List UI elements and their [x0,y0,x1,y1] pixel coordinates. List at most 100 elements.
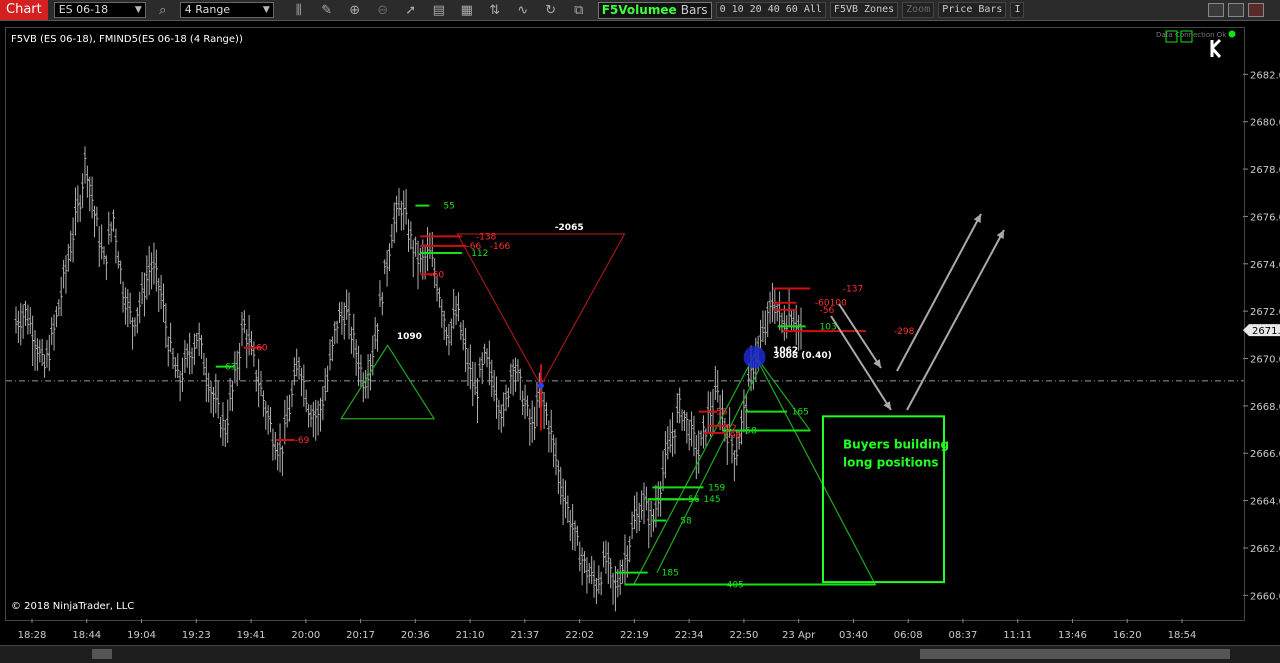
price-bar [559,466,563,505]
y-tick-label: 2666.0 [1250,449,1280,460]
price-bar [623,534,627,585]
price-bar [21,304,25,339]
price-bar [578,541,582,572]
indicators-icon[interactable]: ∿ [512,3,534,18]
price-bar [121,281,125,313]
price-bar [426,227,430,272]
price-bar [50,317,54,345]
price-bar [266,405,270,435]
share-icon[interactable]: ⧉ [568,3,590,18]
price-bar [176,353,180,379]
x-tick-label: 19:41 [237,630,266,641]
price-bar [109,221,113,243]
price-bar [71,217,75,263]
price-bar [671,412,675,457]
price-bar [414,236,418,257]
bars-icon[interactable]: ⫼ [288,3,310,18]
delta-label: -90 [727,431,742,441]
bar-type-select[interactable]: 4 Range ▼ [179,2,274,18]
price-bar [473,362,477,396]
price-bar [169,322,173,353]
price-bar [152,242,156,285]
y-tick-label: 2672.0 [1250,307,1280,318]
pencil-icon[interactable]: ✎ [316,3,338,18]
zoom-out-icon[interactable]: ⊖ [372,3,394,18]
instrument-select[interactable]: ES 06-18 ▼ [53,2,146,18]
price-bar [418,247,422,273]
price-bar [66,244,70,272]
chart-canvas[interactable]: F5VB (ES 06-18), FMIND5(ES 06-18 (4 Rang… [6,28,1244,620]
chart-plot-area[interactable]: F5VB (ES 06-18), FMIND5(ES 06-18 (4 Rang… [5,27,1245,621]
ninjatrader-logo-icon [1210,38,1222,58]
price-bar [166,336,170,367]
f5-volume-bars-button[interactable]: F5Volumee Bars [597,1,712,19]
templates-icon[interactable]: ▦ [456,3,478,18]
price-bar [309,404,313,428]
price-bar [219,416,223,438]
scroll-thumb[interactable] [920,649,1230,659]
price-bar [335,320,339,344]
properties-icon[interactable]: ▤ [428,3,450,18]
x-tick-label: 22:34 [675,630,704,641]
maximize-button[interactable] [1228,3,1244,17]
price-bar [326,365,330,393]
scroll-thumb-left[interactable] [92,649,112,659]
price-bar [580,547,584,586]
price-bar [704,428,708,447]
minimize-button[interactable] [1208,3,1224,17]
projection-arrow [830,315,892,411]
price-bar [128,292,132,325]
delta-label: -137 [843,284,863,294]
price-bar [575,525,579,546]
delta-label: 55 [443,202,454,212]
price-bar [145,255,149,300]
price-bar [311,401,315,438]
reload-icon[interactable]: ↻ [540,3,562,18]
price-bar [495,376,499,419]
pointer-icon[interactable]: ➚ [400,3,422,18]
zoom-in-icon[interactable]: ⊕ [344,3,366,18]
price-bar [302,364,306,407]
price-bar [411,239,415,278]
price-bar [83,146,87,184]
zoom-button[interactable]: Zoom [902,2,935,18]
price-bars-button[interactable]: Price Bars [938,2,1007,18]
price-bar [204,357,208,402]
search-icon[interactable]: ⌕ [152,3,174,18]
price-bar [716,370,720,403]
strategies-icon[interactable]: ⇅ [484,3,506,18]
price-bar [97,226,101,268]
price-bar [216,381,220,419]
price-bar [271,428,275,461]
price-bar [521,390,525,415]
y-tick-label: 2664.0 [1250,497,1280,508]
copyright-text: © 2018 NinjaTrader, LLC [11,601,134,612]
price-bar [333,321,337,345]
close-button[interactable] [1248,3,1264,17]
horizontal-scrollbar[interactable] [0,645,1280,663]
delta-label: 63 [225,363,236,373]
price-bar [352,313,356,358]
price-bar [387,243,391,272]
price-bar [76,185,80,223]
i-button[interactable]: I [1010,2,1025,18]
price-bar [621,559,625,584]
price-bar [280,445,284,476]
chart-tab[interactable]: Chart [0,0,48,20]
price-bar [299,367,303,397]
period-selector[interactable]: 0 10 20 40 60 All [715,2,826,18]
price-bar [452,288,456,329]
price-bar [35,338,39,371]
f5-label-b: Bars [680,2,708,17]
projection-arrow [906,229,1005,411]
f5vb-zones-button[interactable]: F5VB Zones [829,2,899,18]
y-tick-label: 2660.0 [1250,591,1280,602]
price-bar [345,289,349,320]
price-bar [54,306,58,328]
price-bar [209,380,213,414]
price-bar [637,502,641,532]
price-bar [632,495,636,530]
price-bar [107,211,111,245]
f5-label-a: F5Volumee [601,2,677,17]
delta-label: 159 [708,483,725,493]
